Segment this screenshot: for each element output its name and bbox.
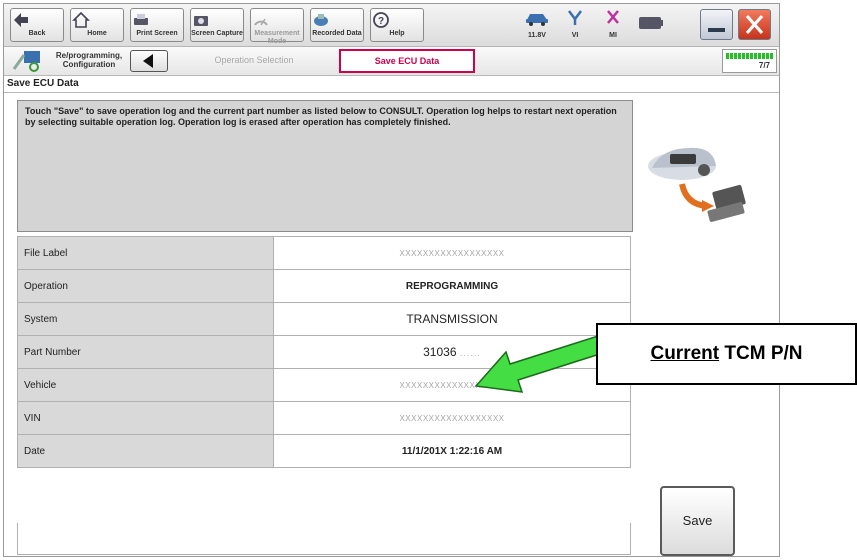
save-button[interactable]: Save <box>660 486 735 556</box>
close-icon <box>745 14 764 35</box>
breadcrumb-back-button[interactable] <box>130 50 168 72</box>
crumb-save-ecu-data: Save ECU Data <box>339 49 475 73</box>
print-screen-button[interactable]: Print Screen <box>130 8 184 42</box>
step-progress-text: 7/7 <box>758 61 770 70</box>
minimize-button[interactable] <box>700 9 733 40</box>
vi-label: VI <box>571 32 579 39</box>
help-label: Help <box>389 30 405 37</box>
page-title: Save ECU Data <box>7 78 79 89</box>
car-laptop-illustration <box>648 147 746 223</box>
recorded-data-button[interactable]: Recorded Data <box>310 8 364 42</box>
vi-signal-icon <box>568 10 582 25</box>
top-toolbar: Back Home Print Screen Screen Capture Me… <box>4 4 779 47</box>
row-value: XXXXXXXXXXXXXXXXXX <box>273 236 631 270</box>
mi-label: MI <box>609 32 617 39</box>
table-row: Operation REPROGRAMMING <box>17 269 631 303</box>
voltage-label: 11.8V <box>528 32 546 39</box>
row-label: Date <box>17 434 274 468</box>
instruction-message: Touch "Save" to save operation log and t… <box>17 100 633 232</box>
triangle-left-icon <box>143 54 153 68</box>
row-label: Vehicle <box>17 368 274 402</box>
table-footer <box>17 523 631 555</box>
part-number-value: 31036 <box>423 345 457 359</box>
mi-status: MI <box>595 7 631 39</box>
battery-status <box>633 16 669 35</box>
meter-icon <box>254 18 268 26</box>
close-button[interactable] <box>738 9 771 40</box>
back-arrow-icon <box>14 13 28 27</box>
callout-rest: TCM P/N <box>719 343 803 364</box>
screen-capture-button[interactable]: Screen Capture <box>190 8 244 42</box>
crumb-operation-selection[interactable]: Operation Selection <box>184 55 324 65</box>
svg-text:?: ? <box>378 16 384 27</box>
back-button[interactable]: Back <box>10 8 64 42</box>
camera-icon <box>194 16 208 26</box>
battery-voltage-status: 11.8V <box>519 7 555 39</box>
screen-capture-label: Screen Capture <box>191 30 243 37</box>
help-button[interactable]: ? Help <box>370 8 424 42</box>
row-label: VIN <box>17 401 274 435</box>
vi-status: VI <box>557 7 593 39</box>
row-value: 11/1/201X 1:22:16 AM <box>273 434 631 468</box>
car-icon <box>526 14 548 26</box>
current-tcm-pn-callout: Current TCM P/N <box>596 323 857 385</box>
recorded-data-label: Recorded Data <box>312 30 362 37</box>
divider <box>4 92 779 93</box>
home-label: Home <box>87 30 107 37</box>
print-screen-label: Print Screen <box>136 30 178 37</box>
step-progress-bar <box>726 53 773 59</box>
row-label: Operation <box>17 269 274 303</box>
help-icon: ? <box>373 12 389 28</box>
table-row: Date 11/1/201X 1:22:16 AM <box>17 434 631 468</box>
step-progress: 7/7 <box>722 49 777 73</box>
home-icon <box>72 11 90 28</box>
measurement-mode-button[interactable]: Measurement Mode <box>250 8 304 45</box>
table-row: File Label XXXXXXXXXXXXXXXXXX <box>17 236 631 270</box>
reprogramming-icon <box>12 51 40 72</box>
home-button[interactable]: Home <box>70 8 124 42</box>
minimize-icon <box>708 28 725 32</box>
row-label: System <box>17 302 274 336</box>
callout-underlined-word: Current <box>650 343 720 364</box>
green-arrow-annotation <box>474 335 608 393</box>
breadcrumb: Re/programming, Configuration Operation … <box>4 47 779 76</box>
measurement-mode-label: Measurement Mode <box>254 30 300 45</box>
printer-icon <box>134 14 148 25</box>
mi-x-icon <box>607 10 619 24</box>
row-value: REPROGRAMMING <box>273 269 631 303</box>
row-label: Part Number <box>17 335 274 369</box>
consult-window: Back Home Print Screen Screen Capture Me… <box>3 3 780 557</box>
battery-icon <box>639 17 663 29</box>
recorded-data-icon <box>314 14 328 26</box>
row-label: File Label <box>17 236 274 270</box>
back-label: Back <box>28 30 46 37</box>
crumb-root[interactable]: Re/programming, Configuration <box>54 51 124 69</box>
